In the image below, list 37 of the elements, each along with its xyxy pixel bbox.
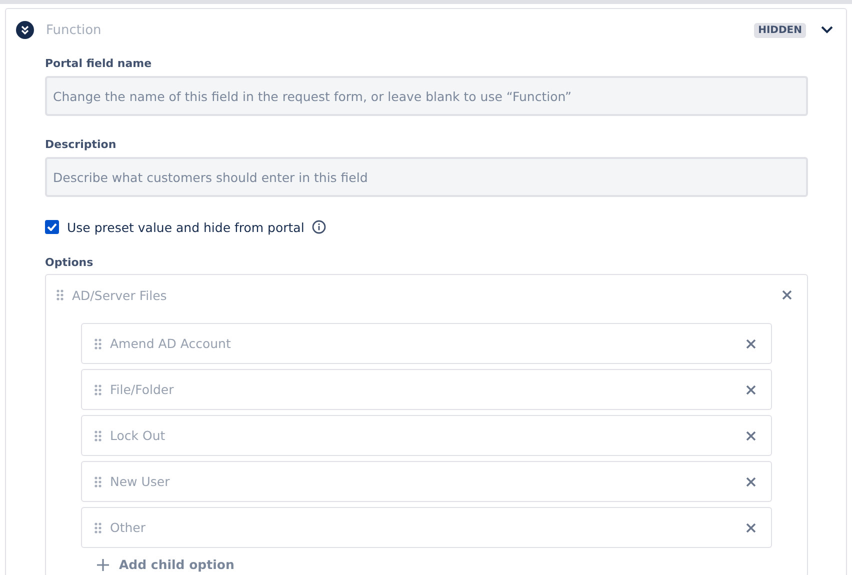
drag-handle-icon[interactable] [94, 476, 102, 488]
input-field[interactable]: Change the name of this field in the request form, or leave blank to use “Function” [45, 76, 808, 116]
input-field[interactable]: Describe what customers should enter in this field [45, 157, 808, 197]
close-icon[interactable] [746, 430, 756, 440]
field-label: Options [45, 256, 94, 269]
option-label: AD/Server Files [72, 288, 168, 302]
chevron-icon[interactable] [820, 25, 834, 35]
option-label: File/Folder [110, 382, 175, 397]
option-label: Lock Out [110, 428, 166, 443]
field-label: Portal field name [45, 57, 153, 70]
close-icon[interactable] [746, 338, 756, 348]
info-icon[interactable] [312, 220, 326, 234]
drag-handle-icon[interactable] [56, 289, 64, 301]
field-title: Function [46, 22, 102, 38]
option-label: New User [110, 474, 171, 489]
child-option-row[interactable]: Amend AD Account [81, 323, 772, 364]
close-icon[interactable] [746, 476, 756, 486]
child-option-row[interactable]: Lock Out [81, 415, 772, 456]
checkbox[interactable] [45, 220, 59, 234]
option-label: Other [110, 520, 146, 535]
plus-icon [97, 558, 109, 570]
child-option-row[interactable]: File/Folder [81, 369, 772, 410]
drag-handle-icon[interactable] [94, 338, 102, 350]
field-label: Description [45, 138, 118, 151]
close-icon[interactable] [746, 384, 756, 394]
child-option-row[interactable]: New User [81, 461, 772, 502]
double-chevron-icon[interactable] [16, 21, 34, 39]
drag-handle-icon[interactable] [94, 522, 102, 534]
option-label: Amend AD Account [110, 336, 232, 351]
close-icon[interactable] [746, 522, 756, 532]
checkbox-label: Use preset value and hide from portal [67, 220, 304, 234]
status-badge: HIDDEN [754, 22, 806, 38]
drag-handle-icon[interactable] [94, 384, 102, 396]
child-option-row[interactable]: Other [81, 507, 772, 548]
add-child-option-button[interactable]: Add child option [81, 553, 250, 575]
close-icon[interactable] [782, 290, 792, 300]
drag-handle-icon[interactable] [94, 430, 102, 442]
